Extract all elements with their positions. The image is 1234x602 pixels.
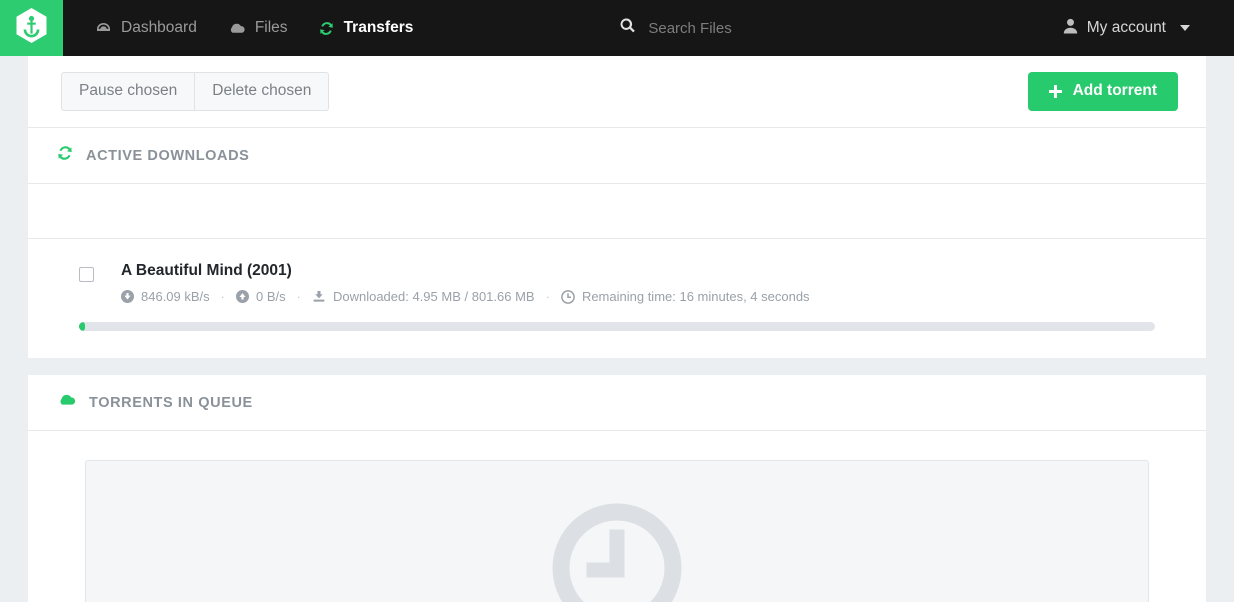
torrent-progress-wrap bbox=[28, 304, 1206, 332]
active-downloads-subheader-row bbox=[28, 184, 1206, 239]
nav-links: Dashboard Files Transfers bbox=[95, 0, 413, 56]
add-torrent-button[interactable]: Add torrent bbox=[1027, 72, 1178, 111]
transfers-panel: Pause chosen Delete chosen Add torrent A… bbox=[28, 56, 1206, 359]
download-tray-icon bbox=[312, 290, 326, 303]
panel-bottom-padding bbox=[28, 331, 1206, 358]
search-input[interactable] bbox=[648, 19, 979, 37]
meta-separator: · bbox=[220, 289, 225, 305]
refresh-sync-icon bbox=[318, 20, 335, 37]
upload-speed-value: 0 B/s bbox=[256, 289, 286, 305]
cloud-icon bbox=[227, 21, 246, 36]
top-navbar: Dashboard Files Transfers Search Files M… bbox=[0, 0, 1234, 56]
nav-link-files[interactable]: Files bbox=[227, 0, 288, 56]
chevron-down-icon bbox=[1180, 25, 1190, 31]
nav-link-transfers-label: Transfers bbox=[343, 19, 414, 36]
torrents-in-queue-title: TORRENTS IN QUEUE bbox=[89, 394, 253, 411]
nav-link-dashboard[interactable]: Dashboard bbox=[95, 0, 197, 56]
upload-circle-icon bbox=[236, 290, 249, 304]
anchor-hexagon-logo-icon bbox=[15, 7, 48, 49]
torrent-progress-bar bbox=[79, 322, 1155, 332]
table-row[interactable]: A Beautiful Mind (2001) 846.09 kB/s · 0 … bbox=[28, 239, 1206, 304]
app-logo[interactable] bbox=[0, 0, 63, 56]
delete-chosen-button[interactable]: Delete chosen bbox=[195, 71, 330, 112]
download-speed-value: 846.09 kB/s bbox=[141, 289, 210, 305]
clock-icon bbox=[548, 499, 686, 602]
downloaded-group: Downloaded: 4.95 MB / 801.66 MB bbox=[312, 289, 535, 304]
clock-icon bbox=[561, 290, 575, 304]
transfers-toolbar: Pause chosen Delete chosen Add torrent bbox=[28, 56, 1206, 128]
remaining-time-group: Remaining time: 16 minutes, 4 seconds bbox=[561, 289, 810, 304]
nav-link-files-label: Files bbox=[254, 19, 288, 36]
torrent-meta: 846.09 kB/s · 0 B/s · Downloaded: 4.95 M… bbox=[121, 289, 810, 304]
cloud-icon bbox=[56, 392, 77, 413]
dashboard-speedometer-icon bbox=[95, 20, 112, 37]
search-icon bbox=[619, 17, 636, 39]
user-icon bbox=[1063, 18, 1078, 39]
torrent-info: A Beautiful Mind (2001) 846.09 kB/s · 0 … bbox=[121, 261, 810, 304]
search-box[interactable] bbox=[619, 0, 979, 56]
active-downloads-title: ACTIVE DOWNLOADS bbox=[86, 147, 250, 164]
account-label: My account bbox=[1086, 19, 1166, 36]
panel-gap bbox=[0, 358, 1234, 375]
torrent-progress-fill bbox=[79, 322, 86, 332]
download-circle-icon bbox=[121, 290, 134, 304]
queue-empty-state-wrap bbox=[28, 431, 1206, 602]
downloaded-value: Downloaded: 4.95 MB / 801.66 MB bbox=[332, 289, 535, 305]
add-torrent-label: Add torrent bbox=[1072, 82, 1157, 99]
nav-link-dashboard-label: Dashboard bbox=[121, 19, 197, 36]
torrent-select-checkbox[interactable] bbox=[79, 267, 94, 282]
meta-separator: · bbox=[296, 289, 301, 305]
bulk-action-group: Pause chosen Delete chosen bbox=[61, 71, 330, 112]
refresh-sync-icon bbox=[56, 144, 74, 167]
upload-speed-group: 0 B/s bbox=[236, 289, 286, 304]
pause-chosen-button[interactable]: Pause chosen bbox=[61, 71, 196, 112]
plus-icon bbox=[1048, 84, 1062, 98]
download-speed-group: 846.09 kB/s bbox=[121, 289, 210, 304]
active-downloads-header: ACTIVE DOWNLOADS bbox=[28, 128, 1206, 184]
account-menu[interactable]: My account bbox=[1063, 0, 1234, 56]
torrent-name[interactable]: A Beautiful Mind (2001) bbox=[121, 261, 810, 280]
torrents-in-queue-header: TORRENTS IN QUEUE bbox=[28, 375, 1206, 432]
queue-empty-state bbox=[85, 460, 1149, 602]
nav-link-transfers[interactable]: Transfers bbox=[318, 0, 414, 56]
page-body: Pause chosen Delete chosen Add torrent A… bbox=[0, 56, 1234, 602]
meta-separator: · bbox=[545, 289, 550, 305]
remaining-time-value: Remaining time: 16 minutes, 4 seconds bbox=[581, 289, 810, 305]
queue-panel: TORRENTS IN QUEUE bbox=[28, 375, 1206, 602]
